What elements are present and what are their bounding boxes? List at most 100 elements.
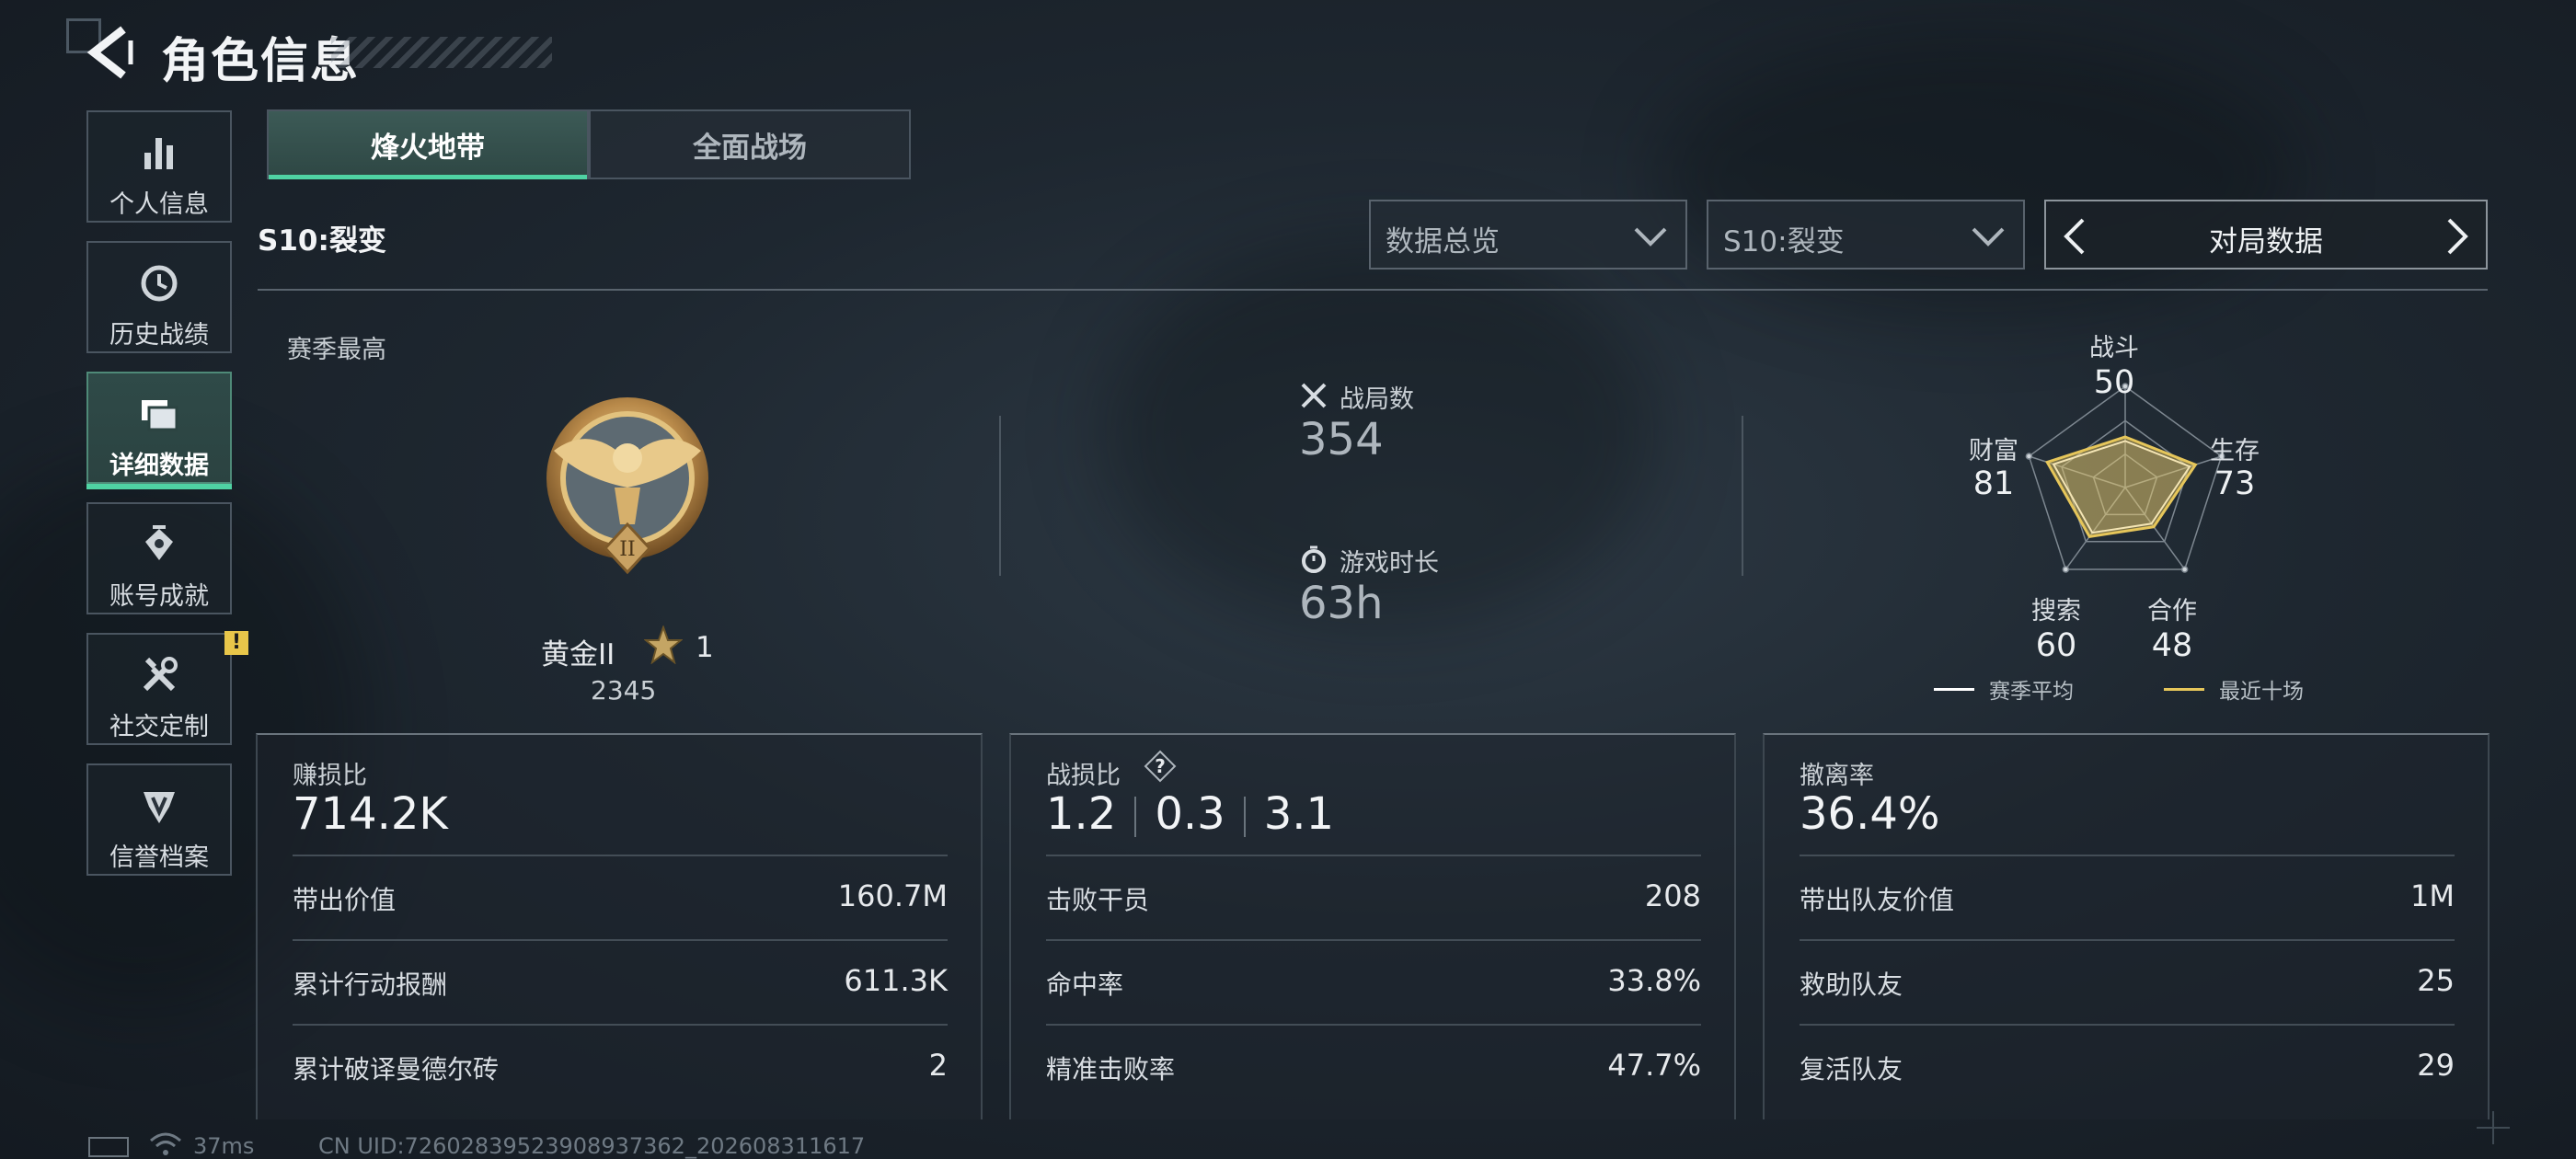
- stat-value: 33.8%: [1607, 963, 1701, 998]
- sidebar-item-detailed-data[interactable]: 详细数据: [86, 372, 232, 489]
- gold-rank-medal-icon: II: [546, 397, 708, 575]
- vertical-divider: [999, 416, 1001, 576]
- stat-row: 精准击败率 47.7%: [1046, 1024, 1701, 1110]
- tab-full-battlefield[interactable]: 全面战场: [589, 109, 911, 179]
- radar-axis-dot: [2062, 566, 2070, 573]
- back-arrow-icon: [86, 26, 133, 79]
- network-ping: 37ms: [193, 1133, 255, 1159]
- stat-key: 带出价值: [293, 885, 397, 915]
- sidebar-item-label: 社交定制: [109, 713, 209, 741]
- radar-label-survival: 生存: [2210, 437, 2260, 465]
- stat-row: 带出价值 160.7M: [293, 855, 948, 941]
- rank-name: 黄金II: [541, 638, 615, 671]
- stopwatch-icon: [1302, 545, 1326, 573]
- extract-panel: 撤离率 36.4% 带出队友价值 1M 救助队友 25 复活队友 29: [1763, 733, 2490, 1119]
- stat-key: 累计行动报酬: [293, 970, 448, 1000]
- radar-label-combat: 战斗: [2089, 334, 2139, 362]
- crosshair-icon: [2477, 1111, 2510, 1144]
- matches-value: 354: [1299, 414, 1384, 465]
- radar-value-wealth: 81: [1972, 465, 2015, 502]
- stat-key: 精准击败率: [1046, 1054, 1176, 1084]
- legend-recent-ten: 最近十场: [2219, 680, 2304, 704]
- stat-value: 160.7M: [837, 878, 948, 913]
- help-icon[interactable]: ?: [1144, 750, 1177, 783]
- stat-value: 2: [928, 1048, 948, 1083]
- title-decoration: [331, 37, 552, 68]
- combat-panel: 战损比 ? 1.2 0.3 3.1 击败干员 208 命中率 33.8% 精准击败率…: [1009, 733, 1736, 1119]
- sidebar-item-label: 详细数据: [109, 452, 209, 480]
- stat-row: 救助队友 25: [1800, 939, 2455, 1026]
- stat-row: 击败干员 208: [1046, 855, 1701, 941]
- sidebar-item-achievements[interactable]: 账号成就: [86, 502, 232, 614]
- cards-icon: [88, 392, 230, 436]
- sidebar-item-label: 信誉档案: [109, 843, 209, 872]
- radar-value-cooperation: 48: [2151, 627, 2193, 664]
- tools-icon: [88, 653, 230, 697]
- svg-text:?: ?: [1155, 755, 1166, 777]
- chevron-right-icon[interactable]: [2438, 216, 2475, 257]
- stat-key: 复活队友: [1800, 1054, 1903, 1084]
- season-best-title: 赛季最高: [287, 336, 386, 364]
- playtime-value: 63h: [1299, 578, 1384, 629]
- sidebar-item-social-custom[interactable]: ! 社交定制: [86, 631, 248, 745]
- page-header: 角色信息: [0, 0, 2576, 101]
- sidebar-item-label: 账号成就: [109, 582, 209, 611]
- kd-value-1: 1.2: [1046, 788, 1117, 840]
- header-divider: [258, 289, 2488, 291]
- rank-score: 2345: [591, 675, 657, 706]
- radar-label-search: 搜索: [2031, 597, 2081, 625]
- chevron-down-icon: [1972, 227, 2005, 247]
- match-data-pager: 对局数据: [2044, 200, 2488, 270]
- crossed-swords-icon: [1301, 383, 1327, 408]
- legend-swatch-season-avg: [1934, 688, 1974, 691]
- season-title: S10:裂变: [258, 224, 386, 258]
- dropdown-value: S10:裂变: [1723, 225, 1845, 258]
- season-dropdown[interactable]: S10:裂变: [1707, 200, 2025, 270]
- data-type-dropdown[interactable]: 数据总览: [1369, 200, 1687, 270]
- stat-value: 29: [2417, 1048, 2455, 1083]
- stat-row: 命中率 33.8%: [1046, 939, 1701, 1026]
- playtime-label: 游戏时长: [1340, 549, 1439, 578]
- stat-row: 累计行动报酬 611.3K: [293, 939, 948, 1026]
- stat-key: 命中率: [1046, 970, 1124, 1000]
- sidebar-item-history[interactable]: 历史战绩: [86, 241, 232, 353]
- rank-star-count: 1: [696, 631, 714, 664]
- wifi-icon: [150, 1132, 181, 1155]
- stat-key: 累计破译曼德尔砖: [293, 1054, 500, 1084]
- back-button[interactable]: [83, 22, 138, 83]
- stat-value: 25: [2417, 963, 2455, 998]
- radar-label-cooperation: 合作: [2147, 597, 2197, 625]
- user-uid: CN UID:7260283952390893736​2_20260831161…: [318, 1133, 866, 1159]
- ratio-separator: [1243, 797, 1246, 837]
- stat-row: 累计破译曼德尔砖 2: [293, 1024, 948, 1110]
- matches-label: 战局数: [1340, 385, 1414, 414]
- kd-ratio-label: 战损比: [1046, 762, 1121, 790]
- kd-ratio-values: 1.2 0.3 3.1: [1046, 788, 1334, 840]
- dropdown-value: 数据总览: [1386, 225, 1500, 258]
- stat-value: 208: [1644, 878, 1701, 913]
- stat-row: 带出队友价值 1M: [1800, 855, 2455, 941]
- radar-axis-dot: [2180, 566, 2189, 573]
- legend-swatch-recent-ten: [2164, 688, 2204, 691]
- svg-text:II: II: [619, 538, 635, 561]
- sidebar-item-personal-info[interactable]: 个人信息: [86, 110, 232, 223]
- star-icon: [644, 625, 683, 664]
- achievement-icon: [88, 522, 230, 567]
- stat-key: 救助队友: [1800, 970, 1903, 1000]
- profit-ratio-label: 赚损比: [293, 762, 367, 790]
- profit-panel: 赚损比 714.2K 带出价值 160.7M 累计行动报酬 611.3K 累计破…: [256, 733, 983, 1119]
- radar-value-search: 60: [2035, 627, 2077, 664]
- stat-value: 611.3K: [844, 963, 948, 998]
- tab-hazard-zone[interactable]: 烽火地带: [267, 109, 589, 179]
- radar-value-survival: 73: [2214, 465, 2256, 502]
- battery-icon: [88, 1137, 129, 1157]
- stat-key: 击败干员: [1046, 885, 1150, 915]
- vertical-divider: [1742, 416, 1743, 576]
- radar-label-wealth: 财富: [1969, 437, 2018, 465]
- sidebar-item-credit-record[interactable]: 信誉档案: [86, 763, 232, 876]
- notification-badge: !: [224, 631, 248, 655]
- pager-label: 对局数据: [2209, 225, 2323, 258]
- extract-rate-value: 36.4%: [1800, 788, 1940, 840]
- extract-rate-label: 撤离率: [1800, 762, 1874, 790]
- kd-value-2: 0.3: [1155, 788, 1225, 840]
